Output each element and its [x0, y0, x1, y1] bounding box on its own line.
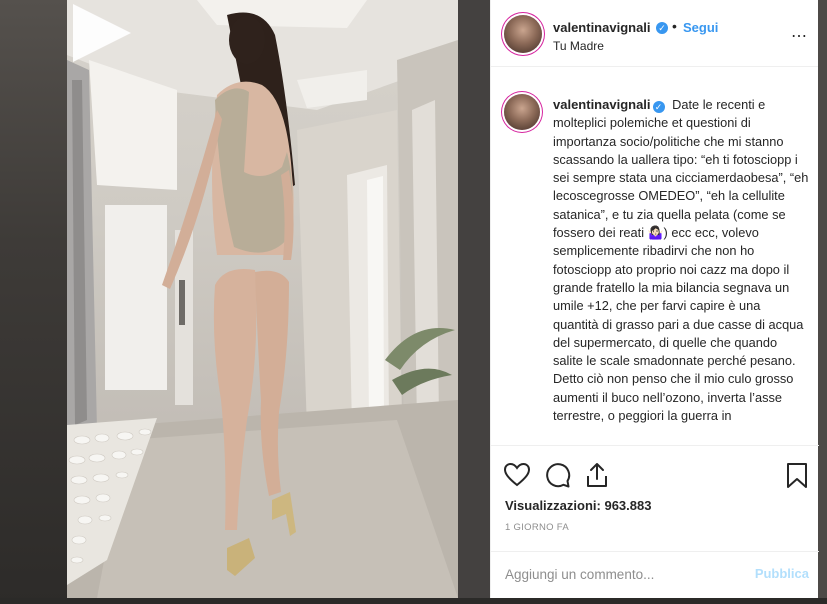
separator-dot: •	[672, 18, 677, 34]
video-frame-image	[67, 0, 458, 598]
views-number: 963.883	[604, 498, 652, 513]
post-actions: Visualizzazioni: 963.883 1 GIORNO FA	[491, 445, 819, 565]
views-label: Visualizzazioni:	[505, 498, 601, 513]
caption-username-link[interactable]: valentinavignali	[553, 97, 651, 112]
backdrop-bottom	[0, 598, 827, 604]
share-icon[interactable]	[583, 461, 611, 489]
comment-bar: Pubblica	[491, 551, 819, 598]
caption-section: valentinavignali ✓ Date le recenti e molt…	[491, 68, 819, 444]
caption-text-block: valentinavignali ✓ Date le recenti e molt…	[553, 96, 809, 425]
views-count: Visualizzazioni: 963.883	[505, 498, 651, 513]
avatar[interactable]	[504, 15, 542, 53]
bookmark-icon[interactable]	[783, 461, 811, 489]
caption-verified-badge-icon: ✓	[652, 101, 665, 113]
comment-input[interactable]	[505, 564, 745, 584]
verified-badge-icon: ✓	[656, 22, 668, 34]
backdrop-right	[818, 0, 827, 604]
heart-icon[interactable]	[503, 461, 531, 489]
comment-icon[interactable]	[543, 461, 571, 489]
post-comment-button[interactable]: Pubblica	[755, 566, 809, 581]
location-link[interactable]: Tu Madre	[553, 39, 604, 53]
backdrop-left	[0, 0, 67, 604]
post-timestamp[interactable]: 1 GIORNO FA	[505, 522, 569, 533]
post-details-panel: valentinavignali ✓ • Segui Tu Madre ⋯ va…	[490, 0, 819, 598]
follow-button[interactable]: Segui	[683, 20, 718, 35]
backdrop-middle	[458, 0, 490, 604]
username-link[interactable]: valentinavignali	[553, 20, 651, 35]
post-video[interactable]	[67, 0, 458, 598]
play-icon[interactable]	[67, 0, 135, 66]
caption-text: Date le recenti e molteplici polemiche e…	[553, 97, 809, 424]
more-options-icon[interactable]: ⋯	[791, 26, 808, 46]
caption-avatar[interactable]	[504, 94, 540, 130]
post-header: valentinavignali ✓ • Segui Tu Madre ⋯	[491, 0, 818, 67]
